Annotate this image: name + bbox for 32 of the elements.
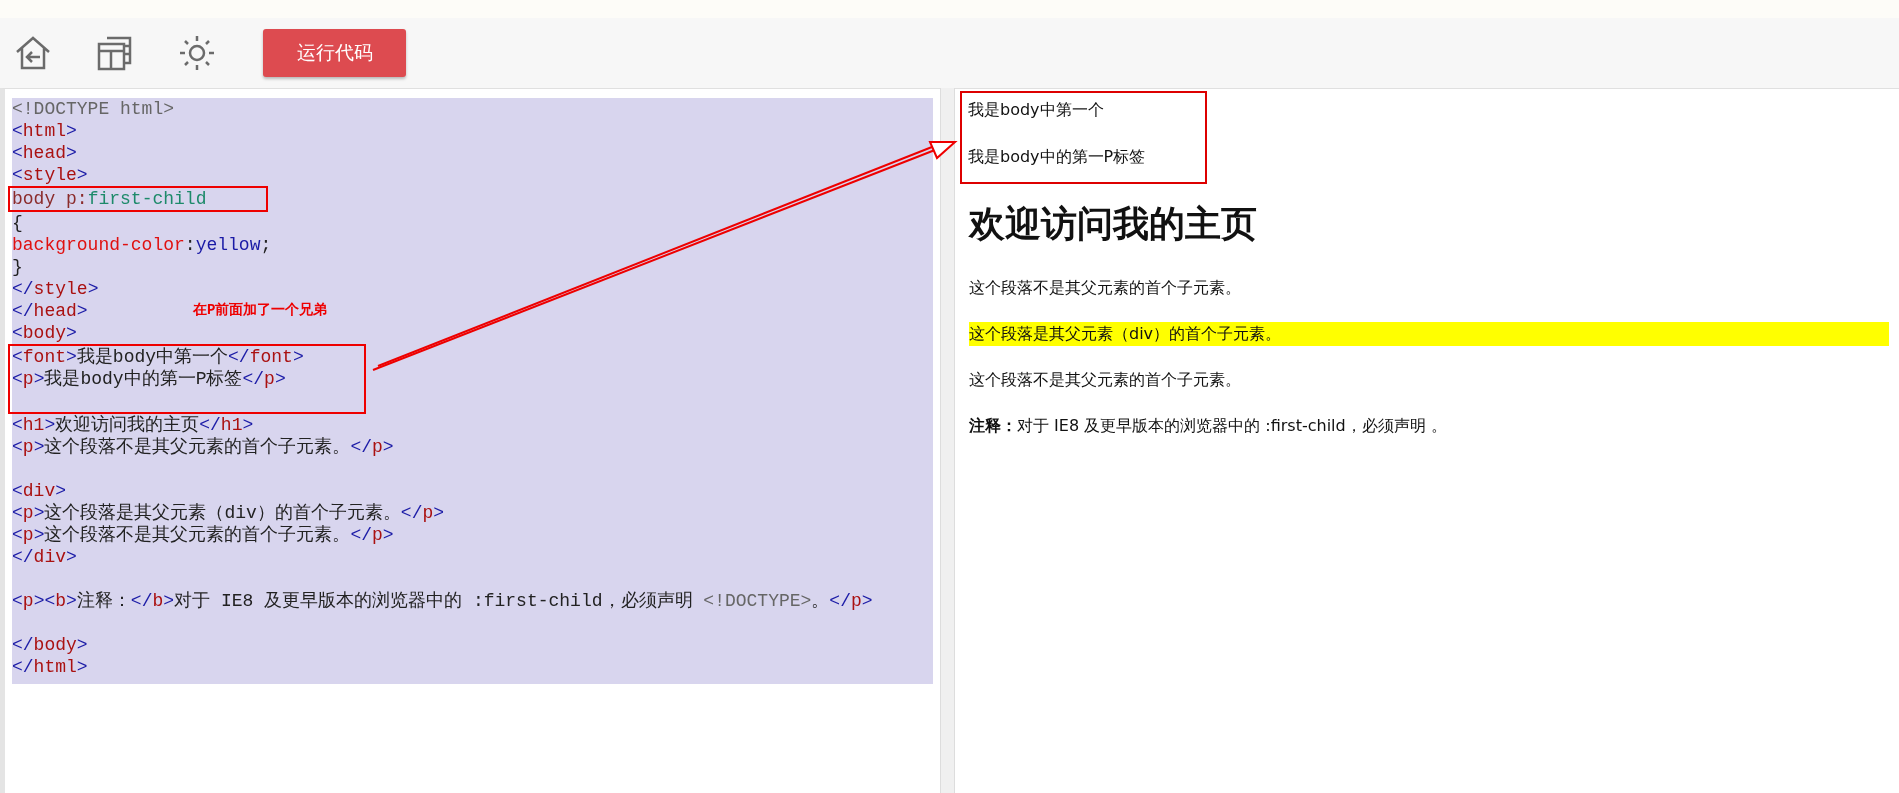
code-line: <p>这个段落不是其父元素的首个子元素。</p> (12, 436, 394, 458)
code-line: </head> (12, 300, 88, 322)
code-line: <html> (12, 120, 77, 142)
code-line: <font>我是body中第一个</font> (12, 346, 304, 368)
code-line: </style> (12, 278, 99, 300)
code-line: <body> (12, 322, 77, 344)
code-line: <p>我是body中的第一P标签</p> (12, 368, 286, 390)
code-line: <style> (12, 164, 88, 186)
preview-paragraph: 这个段落不是其父元素的首个子元素。 (969, 277, 1242, 299)
preview-paragraph: 这个段落是其父元素（div）的首个子元素。 (969, 322, 1889, 346)
code-line: <p><b>注释：</b>对于 IE8 及更早版本的浏览器中的 :first-child，必须声明 <!DOCTYPE>。</p> (12, 590, 873, 612)
preview-paragraph: 我是body中第一个 (968, 99, 1105, 121)
run-code-button[interactable]: 运行代码 (263, 29, 406, 77)
code-line: <head> (12, 142, 77, 164)
code-line: <p>这个段落不是其父元素的首个子元素。</p> (12, 524, 394, 546)
sun-icon[interactable] (177, 33, 217, 73)
preview-paragraph: 注释：对于 IE8 及更早版本的浏览器中的 :first-child，必须声明 。 (969, 415, 1448, 437)
code-line: <div> (12, 480, 67, 502)
code-line: body p:first-child (12, 188, 207, 210)
code-line: <!DOCTYPE html> (12, 98, 175, 120)
code-line: background-color:yellow; (12, 234, 272, 256)
code-line: <h1>欢迎访问我的主页</h1> (12, 414, 254, 436)
code-line: </body> (12, 634, 88, 656)
code-line: </div> (12, 546, 77, 568)
preview-paragraph: 我是body中的第一P标签 (968, 146, 1146, 168)
preview-paragraph: 这个段落不是其父元素的首个子元素。 (969, 369, 1242, 391)
code-line: } (12, 256, 23, 278)
annotation-note: 在P前面加了一个兄弟 (193, 301, 328, 319)
code-line: { (12, 212, 23, 234)
code-line: </html> (12, 656, 88, 678)
preview-heading: 欢迎访问我的主页 (969, 202, 1258, 246)
code-line: <p>这个段落是其父元素（div）的首个子元素。</p> (12, 502, 445, 524)
